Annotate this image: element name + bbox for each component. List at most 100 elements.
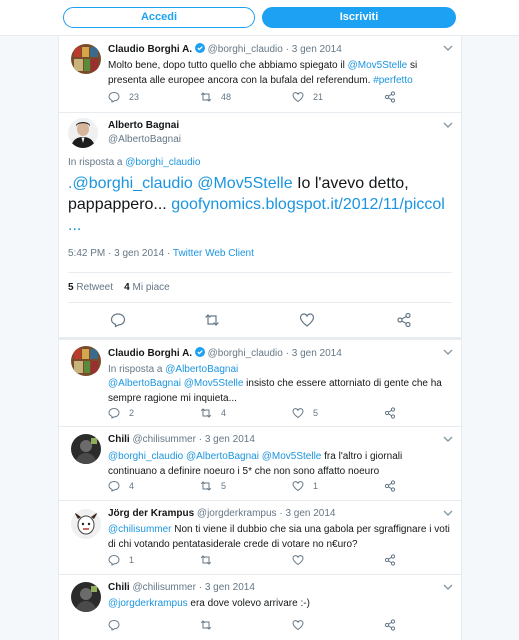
tweet-reply-jorg[interactable]: Jörg der Krampus @jorgderkrampus · 3 gen… bbox=[59, 501, 461, 574]
retweet-count-link[interactable]: 5 Retweet bbox=[68, 282, 113, 293]
url-link[interactable]: goofynomics.blogspot.it/2012/11/piccol bbox=[171, 196, 445, 213]
mention-link[interactable]: @borghi_claudio bbox=[72, 175, 192, 192]
heart-icon[interactable] bbox=[299, 312, 315, 328]
mention-link[interactable]: @AlbertoBagnai bbox=[108, 378, 181, 389]
mention-link[interactable]: @AlbertoBagnai bbox=[186, 451, 259, 462]
share-button[interactable] bbox=[384, 406, 405, 420]
avatar[interactable] bbox=[71, 44, 101, 74]
tweet-reply-chili[interactable]: Chili @chilisummer · 3 gen 2014 @borghi_… bbox=[59, 427, 461, 500]
client-link[interactable]: Twitter Web Client bbox=[173, 248, 254, 259]
like-button[interactable]: 5 bbox=[292, 406, 318, 420]
signup-button[interactable]: Iscriviti bbox=[262, 7, 456, 28]
tweet-timestamp: 5:42 PM · 3 gen 2014 · Twitter Web Clien… bbox=[68, 248, 254, 259]
mention-link[interactable]: @Mov5Stelle bbox=[348, 60, 408, 71]
tweet-date[interactable]: 3 gen 2014 bbox=[292, 44, 342, 55]
chevron-down-icon[interactable] bbox=[443, 434, 453, 444]
hashtag-link[interactable]: #perfetto bbox=[373, 75, 412, 86]
divider bbox=[68, 302, 452, 303]
retweet-button[interactable]: 4 bbox=[200, 406, 226, 420]
retweet-button[interactable] bbox=[200, 618, 221, 632]
heart-icon bbox=[292, 408, 304, 419]
like-button[interactable]: 1 bbox=[292, 479, 318, 493]
retweet-button[interactable]: 5 bbox=[200, 479, 226, 493]
chevron-down-icon[interactable] bbox=[443, 508, 453, 518]
tweet-header: Chili @chilisummer · 3 gen 2014 bbox=[108, 434, 255, 445]
share-icon bbox=[384, 554, 396, 566]
avatar[interactable] bbox=[68, 118, 98, 148]
author-name[interactable]: Alberto Bagnai bbox=[108, 120, 179, 131]
author-handle[interactable]: @jorgderkrampus bbox=[197, 508, 277, 519]
tweet-date[interactable]: 3 gen 2014 bbox=[205, 434, 255, 445]
like-count-link[interactable]: 4 Mi piace bbox=[124, 282, 170, 293]
author-handle[interactable]: @borghi_claudio bbox=[208, 44, 283, 55]
reply-to-link[interactable]: @AlbertoBagnai bbox=[165, 364, 238, 375]
mention-link[interactable]: @jorgderkrampus bbox=[108, 598, 188, 609]
tweet-date[interactable]: 3 gen 2014 bbox=[285, 508, 335, 519]
tweet-reply-chili-2[interactable]: Chili @chilisummer · 3 gen 2014 @jorgder… bbox=[59, 575, 461, 640]
reply-to-link[interactable]: @borghi_claudio bbox=[125, 157, 200, 168]
retweet-icon bbox=[200, 620, 212, 630]
reply-button[interactable]: 1 bbox=[108, 553, 134, 567]
author-name[interactable]: Chili bbox=[108, 582, 130, 593]
tweet-reply-borghi[interactable]: Claudio Borghi A. @borghi_claudio · 3 ge… bbox=[59, 340, 461, 426]
share-button[interactable] bbox=[384, 618, 405, 632]
retweet-icon[interactable] bbox=[204, 312, 220, 328]
avatar[interactable] bbox=[71, 509, 101, 539]
mention-link[interactable]: @Mov5Stelle bbox=[184, 378, 244, 389]
chevron-down-icon[interactable] bbox=[443, 120, 453, 130]
divider bbox=[68, 272, 452, 273]
login-button[interactable]: Accedi bbox=[63, 7, 255, 28]
author-handle[interactable]: @chilisummer bbox=[132, 582, 196, 593]
retweet-button[interactable]: 48 bbox=[200, 90, 231, 104]
share-button[interactable] bbox=[384, 553, 405, 567]
reply-icon bbox=[108, 619, 120, 631]
tweet-header: Jörg der Krampus @jorgderkrampus · 3 gen… bbox=[108, 508, 336, 519]
tweet-context-borghi[interactable]: Claudio Borghi A. @borghi_claudio · 3 ge… bbox=[59, 36, 461, 112]
reply-button[interactable]: 4 bbox=[108, 479, 134, 493]
retweet-button[interactable] bbox=[200, 553, 221, 567]
main-tweet-actions bbox=[59, 312, 461, 328]
avatar[interactable] bbox=[71, 434, 101, 464]
tweet-text: @AlbertoBagnai @Mov5Stelle insisto che e… bbox=[108, 378, 442, 404]
share-icon[interactable] bbox=[396, 312, 412, 328]
reply-icon[interactable] bbox=[110, 312, 126, 328]
author-handle[interactable]: @AlbertoBagnai bbox=[108, 134, 181, 145]
mention-link[interactable]: @chilisummer bbox=[108, 524, 172, 535]
like-button[interactable] bbox=[292, 553, 313, 567]
like-button[interactable]: 21 bbox=[292, 90, 323, 104]
share-button[interactable] bbox=[384, 479, 405, 493]
reply-button[interactable]: 2 bbox=[108, 406, 134, 420]
share-icon bbox=[384, 619, 396, 631]
reply-button[interactable]: 23 bbox=[108, 90, 139, 104]
share-icon bbox=[384, 91, 396, 103]
heart-icon bbox=[292, 555, 304, 566]
reply-button[interactable] bbox=[108, 618, 129, 632]
mention-link[interactable]: @Mov5Stelle bbox=[262, 451, 322, 462]
tweet-actions: 2 4 5 bbox=[108, 406, 408, 420]
tweet-date[interactable]: 3 gen 2014 bbox=[292, 348, 342, 359]
like-button[interactable] bbox=[292, 618, 313, 632]
mention-link[interactable]: @Mov5Stelle bbox=[197, 175, 292, 192]
url-link-ellipsis[interactable]: ... bbox=[68, 217, 81, 234]
share-button[interactable] bbox=[384, 90, 405, 104]
avatar[interactable] bbox=[71, 582, 101, 612]
author-name[interactable]: Claudio Borghi A. bbox=[108, 44, 192, 55]
chevron-down-icon[interactable] bbox=[443, 347, 453, 357]
author-handle[interactable]: @borghi_claudio bbox=[208, 348, 283, 359]
author-name[interactable]: Claudio Borghi A. bbox=[108, 348, 192, 359]
author-handle[interactable]: @chilisummer bbox=[132, 434, 196, 445]
tweet-text: @borghi_claudio @AlbertoBagnai @Mov5Stel… bbox=[108, 451, 403, 477]
tweet-date[interactable]: 3 gen 2014 bbox=[205, 582, 255, 593]
avatar[interactable] bbox=[71, 346, 101, 376]
reply-context: In risposta a @AlbertoBagnai bbox=[108, 364, 239, 375]
mention-link[interactable]: @borghi_claudio bbox=[108, 451, 183, 462]
reply-icon bbox=[108, 554, 120, 566]
author-name[interactable]: Jörg der Krampus bbox=[108, 508, 194, 519]
tweet-text: Molto bene, dopo tutto quello che abbiam… bbox=[108, 60, 418, 86]
retweet-icon bbox=[200, 408, 212, 418]
chevron-down-icon[interactable] bbox=[443, 43, 453, 53]
author-name[interactable]: Chili bbox=[108, 434, 130, 445]
chevron-down-icon[interactable] bbox=[443, 582, 453, 592]
tweet-stats: 5 Retweet 4 Mi piace bbox=[68, 282, 170, 293]
tweet-actions bbox=[108, 618, 408, 632]
